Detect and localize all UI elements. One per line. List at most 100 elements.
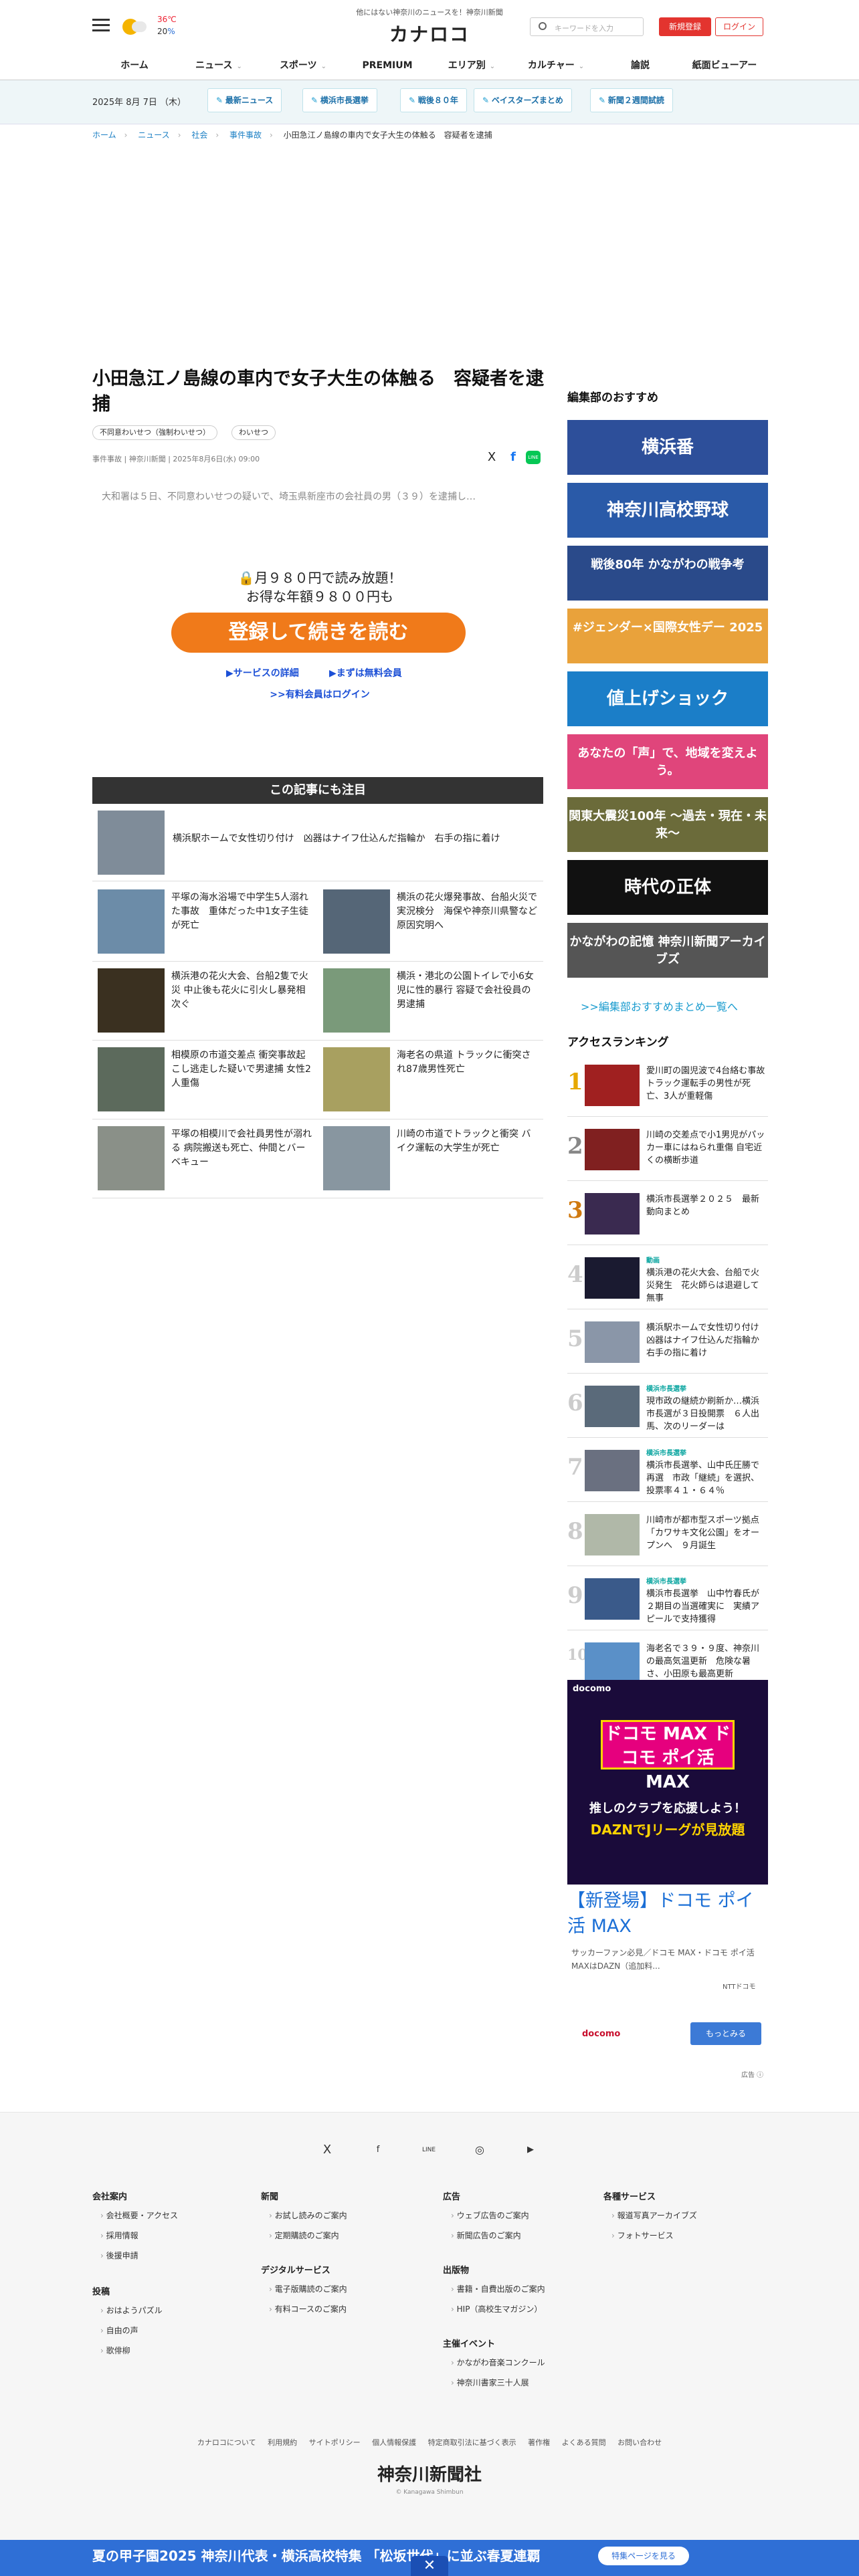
topic-postwar[interactable]: 戦後８０年 xyxy=(400,88,467,112)
ranking-item[interactable]: 9 横浜市長選挙 横浜市長選挙 山中竹春氏が２期目の当選確実に 実績アピールで支持獲… xyxy=(567,1569,768,1630)
ranking-item[interactable]: 6 横浜市長選挙 現市政の継続か刷新か…横浜市長選が３日投開票 ６人出馬、次のリーダ… xyxy=(567,1376,768,1438)
ranking-item[interactable]: 3 横浜市長選挙２０２５ 最新動向まとめ xyxy=(567,1184,768,1245)
ranking-item[interactable]: 4 動画 横浜港の花火大会、台船で火災発生 花火師らは退避して無事 xyxy=(567,1248,768,1309)
footer-link[interactable]: お問い合わせ xyxy=(617,2438,662,2447)
line-share-icon[interactable]: LINE xyxy=(526,451,541,464)
footer-link[interactable]: 後援申請 xyxy=(100,2250,138,2261)
topic-baystars[interactable]: ベイスターズまとめ xyxy=(474,88,572,112)
facebook-icon[interactable]: f xyxy=(368,2140,388,2160)
instagram-icon[interactable]: ◎ xyxy=(470,2140,490,2160)
facebook-share-icon[interactable]: f xyxy=(507,451,519,464)
breadcrumb-home[interactable]: ホーム xyxy=(92,130,116,140)
footer-link[interactable]: 神奈川書家三十人展 xyxy=(451,2377,529,2388)
footer-link[interactable]: ウェブ広告のご案内 xyxy=(451,2210,529,2221)
related-item[interactable]: 相模原の市道交差点 衝突事故起こし逃走した疑いで男逮捕 女性2人重傷 xyxy=(92,1041,318,1119)
free-member-link[interactable]: ▶まずは無料会員 xyxy=(329,666,402,679)
nav-news[interactable]: ニュース ⌄ xyxy=(177,58,261,74)
breadcrumb-incident[interactable]: 事件事故 xyxy=(229,130,262,140)
nav-premium[interactable]: PREMIUM xyxy=(345,58,430,74)
ad-info-icon[interactable]: 広告 ⓘ xyxy=(741,2069,763,2079)
related-item[interactable]: 横浜駅ホームで女性切り付け 凶器はナイフ仕込んだ指輪か 右手の指に着け xyxy=(92,804,543,881)
nav-culture[interactable]: カルチャー ⌄ xyxy=(514,58,598,74)
related-item[interactable]: 横浜港の花火大会、台船2隻で火災 中止後も花火に引火し暴発相次ぐ xyxy=(92,962,318,1041)
footer-logo[interactable]: 神奈川新聞社 xyxy=(0,2461,859,2486)
chevron-down-icon: ⌄ xyxy=(236,63,242,70)
ad-more-button[interactable]: もっとみる xyxy=(690,2022,761,2045)
service-details-link[interactable]: ▶サービスの詳細 xyxy=(226,666,299,679)
related-item[interactable]: 平塚の海水浴場で中学生5人溺れた事故 重体だった中1女子生徒が死亡 xyxy=(92,883,318,962)
editor-pick-banner[interactable]: #ジェンダー×国際女性デー 2025 xyxy=(567,609,768,663)
editor-pick-banner[interactable]: 神奈川高校野球 xyxy=(567,483,768,538)
related-item[interactable]: 海老名の県道 トラックに衝突され87歳男性死亡 xyxy=(318,1041,543,1119)
footer-link[interactable]: フォトサービス xyxy=(611,2230,674,2241)
tag-chip[interactable]: 不同意わいせつ（強制わいせつ） xyxy=(92,425,217,440)
footer-link[interactable]: かながわ音楽コンクール xyxy=(451,2357,545,2368)
related-title: 横浜駅ホームで女性切り付け 凶器はナイフ仕込んだ指輪か 右手の指に着け xyxy=(173,833,500,844)
ad-image[interactable]: docomo ドコモ MAX ドコモ ポイ活 MAX 推しのクラブを応援しよう！… xyxy=(567,1680,768,1885)
topic-election[interactable]: 横浜市長選挙 xyxy=(302,88,377,112)
tag-chip[interactable]: わいせつ xyxy=(231,425,276,440)
ranking-number: 3 xyxy=(567,1197,583,1224)
member-login-link[interactable]: >>有料会員はログイン xyxy=(92,687,547,701)
close-icon[interactable]: ✕ xyxy=(411,2556,448,2576)
nav-area[interactable]: エリア別 ⌄ xyxy=(430,58,514,74)
nav-home[interactable]: ホーム xyxy=(92,58,177,74)
topic-trial[interactable]: 新聞２週間試読 xyxy=(590,88,673,112)
x-icon[interactable]: X xyxy=(317,2140,337,2160)
footer-link[interactable]: HIP（高校生マガジン） xyxy=(451,2303,543,2315)
footer-link[interactable]: 電子版購読のご案内 xyxy=(269,2283,347,2294)
related-item[interactable]: 平塚の相模川で会社員男性が溺れる 病院搬送も死亡、仲間とバーベキュー xyxy=(92,1119,318,1198)
footer-link[interactable]: 自由の声 xyxy=(100,2325,138,2336)
nav-editorial[interactable]: 論説 xyxy=(598,58,682,74)
related-item[interactable]: 川崎の市道でトラックと衝突 バイク運転の大学生が死亡 xyxy=(318,1119,543,1198)
footer-link[interactable]: 歌俳柳 xyxy=(100,2345,130,2356)
youtube-icon[interactable]: ▶ xyxy=(520,2140,541,2160)
ad-title[interactable]: 【新登場】ドコモ ポイ活 MAX xyxy=(567,1889,768,1939)
signup-button[interactable]: 新規登録 xyxy=(659,17,711,36)
ranking-item[interactable]: 7 横浜市長選挙 横浜市長選挙、山中氏圧勝で再選 市政「継続」を選択、投票率４１・６… xyxy=(567,1440,768,1502)
editor-pick-banner[interactable]: かながわの記憶 神奈川新聞アーカイブズ xyxy=(567,923,768,978)
related-item[interactable]: 横浜・港北の公園トイレで小6女児に性的暴行 容疑で会社役員の男逮捕 xyxy=(318,962,543,1041)
ranking-item[interactable]: 1 愛川町の園児波で4台絡む事故 トラック運転手の男性が死亡、3人が重軽傷 xyxy=(567,1055,773,1117)
footer-link[interactable]: 個人情報保護 xyxy=(372,2438,416,2447)
footer-link[interactable]: 定期購読のご案内 xyxy=(269,2230,339,2241)
x-share-icon[interactable]: X xyxy=(486,451,498,464)
ranking-item[interactable]: 2 川崎の交差点で小1男児がパッカー車にはねられ重傷 自宅近くの横断歩道 xyxy=(567,1119,768,1181)
editor-pick-banner[interactable]: 値上げショック xyxy=(567,671,768,726)
login-button[interactable]: ログイン xyxy=(715,17,763,36)
editor-pick-banner[interactable]: あなたの「声」で、地域を変えよう。 xyxy=(567,734,768,789)
footer-link[interactable]: 新聞広告のご案内 xyxy=(451,2230,521,2241)
footer-link[interactable]: 特定商取引法に基づく表示 xyxy=(428,2438,516,2447)
editor-pick-banner[interactable]: 関東大震災100年 〜過去・現在・未来〜 xyxy=(567,797,768,852)
line-icon[interactable]: LINE xyxy=(419,2140,439,2160)
ranking-item[interactable]: 8 川崎市が都市型スポーツ拠点「カワサキ文化公園」をオープンへ ９月誕生 xyxy=(567,1505,768,1566)
footer-link[interactable]: お試し読みのご案内 xyxy=(269,2210,347,2221)
topic-latest[interactable]: 最新ニュース xyxy=(207,88,282,112)
footer-link[interactable]: カナロコについて xyxy=(197,2438,256,2447)
ranking-thumbnail xyxy=(585,1193,640,1235)
footer-link[interactable]: 著作権 xyxy=(528,2438,550,2447)
editor-pick-banner[interactable]: 戦後80年 かながわの戦争考 xyxy=(567,546,768,601)
footer-link[interactable]: 有料コースのご案内 xyxy=(269,2303,347,2315)
footer-link[interactable]: 会社概要・アクセス xyxy=(100,2210,178,2221)
footer-link[interactable]: よくある質問 xyxy=(562,2438,606,2447)
footer-link[interactable]: 採用情報 xyxy=(100,2230,138,2241)
footer-link[interactable]: サイトポリシー xyxy=(309,2438,361,2447)
editor-pick-banner[interactable]: 横浜番 xyxy=(567,420,768,475)
search-input[interactable]: キーワードを入力 xyxy=(530,17,644,36)
nav-viewer[interactable]: 紙面ビューアー xyxy=(682,58,767,74)
footer-link[interactable]: おはようパズル xyxy=(100,2304,163,2316)
footer-link[interactable]: 書籍・自費出版のご案内 xyxy=(451,2283,545,2294)
editor-picks-more-link[interactable]: >>編集部おすすめまとめ一覧へ xyxy=(581,998,738,1014)
footer-link[interactable]: 報道写真アーカイブズ xyxy=(611,2210,697,2221)
breadcrumb-news[interactable]: ニュース xyxy=(138,130,169,140)
register-cta-button[interactable]: 登録して続きを読む xyxy=(171,613,466,653)
feature-page-button[interactable]: 特集ページを見る xyxy=(598,2547,689,2565)
editor-pick-banner[interactable]: 時代の正体 xyxy=(567,860,768,915)
footer-link[interactable]: 利用規約 xyxy=(268,2438,297,2447)
breadcrumb-society[interactable]: 社会 xyxy=(191,130,207,140)
bottom-banner-text[interactable]: 夏の甲子園2025 神奈川代表・横浜高校特集 「松坂世代」に並ぶ春夏連覇 xyxy=(92,2545,541,2565)
related-item[interactable]: 横浜の花火爆発事故、台船火災で実況検分 海保や神奈川県警など原因究明へ xyxy=(318,883,543,962)
nav-sports[interactable]: スポーツ ⌄ xyxy=(261,58,345,74)
ranking-item[interactable]: 5 横浜駅ホームで女性切り付け 凶器はナイフ仕込んだ指輪か 右手の指に着け xyxy=(567,1312,768,1374)
